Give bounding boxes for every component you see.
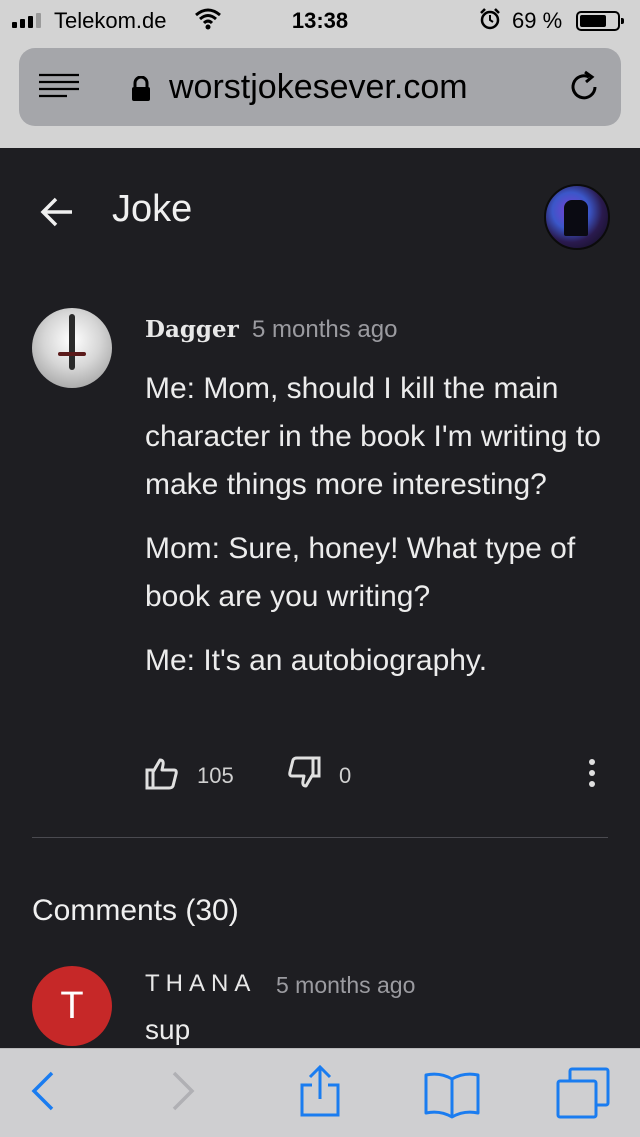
back-arrow-icon[interactable] [38, 193, 76, 236]
author-avatar[interactable] [32, 308, 112, 388]
lock-icon [131, 75, 151, 107]
bookmarks-icon[interactable] [424, 1071, 480, 1124]
status-bar: Telekom.de 13:38 69 % [0, 0, 640, 40]
chevron-right-icon[interactable] [170, 1069, 196, 1118]
comments-header: Comments (30) [32, 894, 239, 927]
comment-avatar[interactable]: T [32, 966, 112, 1046]
joke-paragraph: Mom: Sure, honey! What type of book are … [145, 532, 576, 613]
chevron-left-icon[interactable] [30, 1069, 56, 1118]
joke-body: Me: Mom, should I kill the main characte… [145, 365, 615, 701]
url-text[interactable]: worstjokesever.com [169, 68, 468, 107]
comment-text: sup [145, 1014, 191, 1045]
comment-timestamp: 5 months ago [276, 972, 416, 998]
user-avatar[interactable] [544, 184, 610, 250]
battery-icon [576, 11, 624, 31]
post-timestamp: 5 months ago [252, 316, 398, 343]
share-icon[interactable] [298, 1063, 342, 1124]
dislike-count: 0 [339, 762, 352, 788]
page-title: Joke [112, 188, 193, 230]
address-bar[interactable]: worstjokesever.com [19, 48, 621, 126]
thumbs-up-icon [145, 756, 179, 795]
dislike-button[interactable]: 0 [287, 756, 351, 795]
author-name[interactable]: Dagger [145, 316, 239, 343]
reload-icon[interactable] [567, 70, 601, 109]
comment-author[interactable]: THANA [145, 970, 256, 998]
joke-paragraph: Me: It's an autobiography. [145, 644, 488, 677]
battery-percentage: 69 % [512, 8, 563, 33]
browser-chrome: worstjokesever.com [0, 40, 640, 148]
like-count: 105 [197, 762, 234, 788]
thumbs-down-icon [287, 756, 321, 795]
safari-toolbar [0, 1048, 640, 1137]
like-button[interactable]: 105 [145, 756, 234, 795]
tabs-icon[interactable] [556, 1067, 610, 1124]
menu-icon[interactable] [39, 73, 79, 104]
joke-paragraph: Me: Mom, should I kill the main characte… [145, 372, 601, 501]
alarm-icon [479, 8, 501, 36]
page-content: Joke Dagger 5 months ago Me: Mom, should… [0, 148, 640, 1048]
more-vertical-icon[interactable] [582, 758, 602, 793]
divider [32, 837, 608, 838]
